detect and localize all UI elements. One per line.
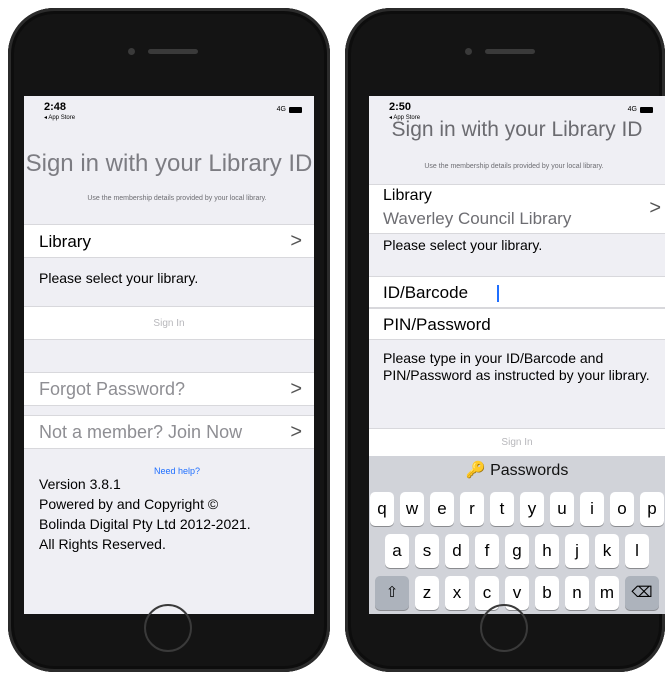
forgot-password-label: Forgot Password? <box>39 379 186 399</box>
keyboard-row-2: asdfghjkl <box>369 534 665 568</box>
key-z[interactable]: z <box>415 576 439 610</box>
keyboard-row-3: ⇧ z x c v b n m ⌫ <box>369 576 665 610</box>
chevron-right-icon: > <box>290 230 302 252</box>
copyright-line-1: Powered by and Copyright © <box>39 496 219 512</box>
on-screen-keyboard: 🔑 Passwords qwertyuiop asdfghjkl ⇧ z x c v b n… <box>369 456 665 614</box>
chevron-right-icon: > <box>649 197 661 219</box>
library-prompt: Please select your library. <box>39 270 199 286</box>
network-label: 4G <box>276 106 286 113</box>
membership-hint: Use the membership details provided by y… <box>424 163 604 170</box>
backspace-key[interactable]: ⌫ <box>625 576 659 610</box>
speaker-grille <box>485 49 535 54</box>
library-prompt: Please select your library. <box>383 237 543 253</box>
key-b[interactable]: b <box>535 576 559 610</box>
copyright-line-3: All Rights Reserved. <box>39 536 166 552</box>
key-f[interactable]: f <box>475 534 499 568</box>
library-label: Library <box>39 232 91 251</box>
key-h[interactable]: h <box>535 534 559 568</box>
key-r[interactable]: r <box>460 492 484 526</box>
page-title: Sign in with your Library ID <box>391 118 643 141</box>
library-label: Library <box>383 187 432 204</box>
key-j[interactable]: j <box>565 534 589 568</box>
id-barcode-field[interactable]: ID/Barcode <box>369 276 665 308</box>
status-time: 2:48 <box>44 101 67 113</box>
sign-in-button[interactable]: Sign In <box>24 306 314 340</box>
key-t[interactable]: t <box>490 492 514 526</box>
battery-icon <box>289 106 302 113</box>
sign-in-button[interactable]: Sign In <box>369 428 665 458</box>
keyboard-row-1: qwertyuiop <box>369 492 665 526</box>
key-m[interactable]: m <box>595 576 619 610</box>
key-k[interactable]: k <box>595 534 619 568</box>
network-label: 4G <box>627 106 637 113</box>
copyright-line-2: Bolinda Digital Pty Ltd 2012-2021. <box>39 516 251 532</box>
need-help-link[interactable]: Need help? <box>154 466 200 476</box>
key-d[interactable]: d <box>445 534 469 568</box>
shift-key[interactable]: ⇧ <box>375 576 409 610</box>
home-button[interactable] <box>144 604 192 652</box>
key-l[interactable]: l <box>625 534 649 568</box>
library-select-row[interactable]: Library > <box>24 224 314 258</box>
pin-password-field[interactable]: PIN/Password <box>369 308 665 340</box>
passwords-label: Passwords <box>490 462 569 479</box>
left-screen: 2:48 ◂ App Store 4G Sign in with your Li… <box>24 96 314 614</box>
sign-in-label: Sign In <box>501 437 533 448</box>
key-icon: 🔑 <box>465 462 486 479</box>
status-time: 2:50 <box>389 101 412 113</box>
sign-in-label: Sign In <box>153 318 185 329</box>
login-instructions: Please type in your ID/Barcode and PIN/P… <box>383 350 650 383</box>
join-now-row[interactable]: Not a member? Join Now > <box>24 415 314 449</box>
key-o[interactable]: o <box>610 492 634 526</box>
status-bar: 2:48 ◂ App Store 4G <box>24 96 314 122</box>
key-p[interactable]: p <box>640 492 664 526</box>
key-e[interactable]: e <box>430 492 454 526</box>
camera-icon <box>128 48 135 55</box>
key-i[interactable]: i <box>580 492 604 526</box>
id-barcode-label: ID/Barcode <box>383 283 469 302</box>
passwords-autofill-bar[interactable]: 🔑 Passwords <box>369 456 665 486</box>
home-button[interactable] <box>480 604 528 652</box>
key-g[interactable]: g <box>505 534 529 568</box>
key-x[interactable]: x <box>445 576 469 610</box>
page-title: Sign in with your Library ID <box>25 150 313 177</box>
signal-indicator: 4G <box>277 106 302 113</box>
key-s[interactable]: s <box>415 534 439 568</box>
membership-hint: Use the membership details provided by y… <box>87 195 267 202</box>
pin-password-label: PIN/Password <box>383 315 491 334</box>
back-to-app-store[interactable]: ◂ App Store <box>44 114 75 121</box>
chevron-right-icon: > <box>290 421 302 443</box>
key-a[interactable]: a <box>385 534 409 568</box>
camera-icon <box>465 48 472 55</box>
key-q[interactable]: q <box>370 492 394 526</box>
phone-right: 2:50 ◂ App Store 4G Sign in with your Li… <box>345 8 665 672</box>
selected-library: Waverley Council Library <box>383 209 572 228</box>
join-now-label: Not a member? Join Now <box>39 422 243 442</box>
signal-indicator: 4G <box>628 106 653 113</box>
forgot-password-row[interactable]: Forgot Password? > <box>24 372 314 406</box>
version-text: Version 3.8.1 <box>39 476 121 492</box>
library-select-row[interactable]: Library Waverley Council Library > <box>369 184 665 234</box>
text-cursor <box>497 285 499 302</box>
key-n[interactable]: n <box>565 576 589 610</box>
phone-left: 2:48 ◂ App Store 4G Sign in with your Li… <box>8 8 330 672</box>
key-y[interactable]: y <box>520 492 544 526</box>
chevron-right-icon: > <box>290 378 302 400</box>
battery-icon <box>640 106 653 113</box>
key-w[interactable]: w <box>400 492 424 526</box>
right-screen: 2:50 ◂ App Store 4G Sign in with your Li… <box>369 96 665 614</box>
speaker-grille <box>148 49 198 54</box>
key-u[interactable]: u <box>550 492 574 526</box>
